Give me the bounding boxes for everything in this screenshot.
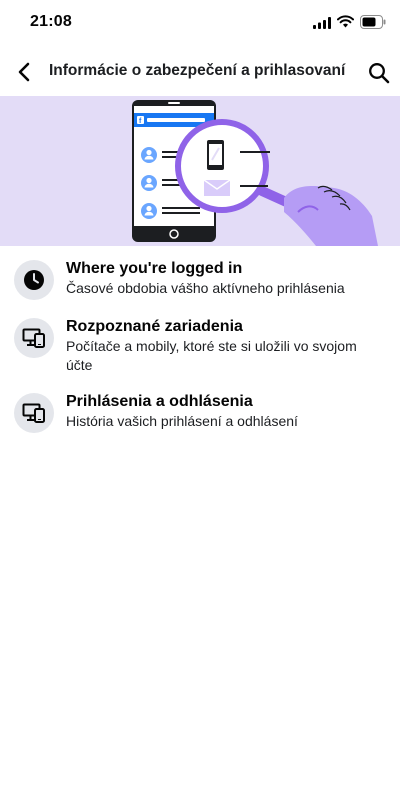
wifi-icon: [337, 15, 354, 28]
menu-item-title: Prihlásenia a odhlásenia: [66, 393, 253, 410]
header: Informácie o zabezpečení a prihlasovaní: [0, 50, 400, 94]
chevron-left-icon: [18, 62, 30, 82]
devices-icon: [22, 403, 45, 423]
back-button[interactable]: [12, 58, 36, 86]
battery-icon: [360, 15, 386, 29]
security-illustration: f: [132, 100, 378, 246]
menu-item-description: História vašich prihlásení a odhlásení: [66, 413, 298, 429]
hero-illustration: f: [0, 96, 400, 246]
menu-icon-circle: [14, 318, 54, 358]
security-menu-list: Where you're logged in Časové obdobia vá…: [0, 252, 400, 439]
signal-icon: [313, 17, 331, 29]
menu-item-description: Počítače a mobily, ktoré ste si uložili …: [66, 338, 357, 373]
menu-icon-circle: [14, 260, 54, 300]
menu-item-recognized-devices[interactable]: Rozpoznané zariadenia Počítače a mobily,…: [0, 306, 400, 381]
menu-item-logins-logouts[interactable]: Prihlásenia a odhlásenia História vašich…: [0, 381, 400, 439]
clock-icon: [24, 270, 44, 290]
status-bar: 21:08: [0, 0, 400, 46]
menu-item-description: Časové obdobia vášho aktívneho prihlásen…: [66, 280, 345, 296]
devices-icon: [22, 328, 45, 348]
menu-item-title: Where you're logged in: [66, 260, 243, 277]
menu-item-title: Rozpoznané zariadenia: [66, 318, 243, 335]
search-icon: [369, 63, 390, 84]
search-button[interactable]: [366, 60, 392, 86]
menu-item-where-logged-in[interactable]: Where you're logged in Časové obdobia vá…: [0, 252, 400, 306]
page-title: Informácie o zabezpečení a prihlasovaní: [49, 62, 346, 79]
menu-icon-circle: [14, 393, 54, 433]
status-time: 21:08: [30, 13, 72, 30]
